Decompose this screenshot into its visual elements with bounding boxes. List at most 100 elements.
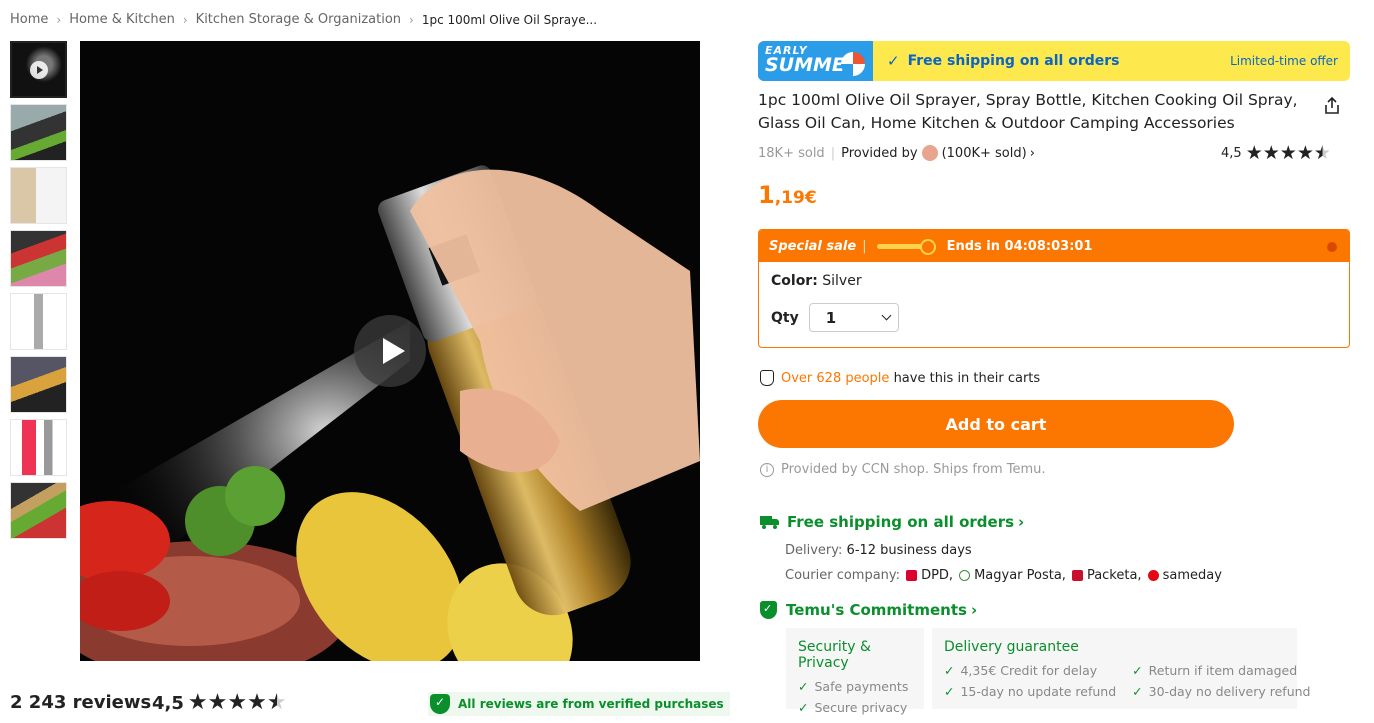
info-icon: i: [760, 462, 774, 477]
early-summer-badge: EARLY SUMMER: [758, 41, 873, 81]
check-icon: ✓: [887, 52, 900, 70]
courier-dpd: DPD,: [921, 568, 954, 583]
star-rating: ★ ★ ★ ★ ★: [1246, 144, 1331, 163]
provider-sold[interactable]: (100K+ sold): [942, 146, 1027, 161]
cart-popularity: Over 628 people have this in their carts: [760, 370, 1040, 386]
list-item: ✓ Safe payments: [798, 676, 912, 697]
chevron-right-icon: ›: [409, 12, 414, 27]
carts-rest: have this in their carts: [893, 370, 1041, 386]
special-sale-box: Special sale | Ends in 04:08:03:01 Color…: [758, 229, 1350, 348]
breadcrumb-home[interactable]: Home: [10, 12, 48, 27]
share-icon[interactable]: [1322, 96, 1342, 116]
quantity-select[interactable]: 1: [808, 303, 899, 332]
breadcrumb-current: 1pc 100ml Olive Oil Spraye...: [421, 12, 598, 27]
commitments-link[interactable]: Temu's Commitments ›: [760, 601, 977, 619]
thumbnail-image[interactable]: [10, 482, 67, 539]
play-video-button[interactable]: [354, 315, 426, 387]
delivery-label: Delivery:: [785, 543, 843, 558]
courier-packeta: Packeta,: [1086, 568, 1142, 583]
delivery-guarantee-title: Delivery guarantee: [944, 639, 1079, 655]
thumbnail-image[interactable]: [10, 167, 67, 224]
reviews-rating[interactable]: 4,5 ★ ★ ★ ★ ★: [152, 692, 287, 714]
star-icon: ★: [187, 690, 208, 715]
star-half-icon: ★: [1313, 142, 1331, 164]
breadcrumb: Home › Home & Kitchen › Kitchen Storage …: [10, 12, 597, 27]
star-icon: ★: [247, 690, 267, 715]
dpd-logo-icon: [906, 570, 918, 581]
sold-count: 18K+ sold: [758, 145, 825, 161]
check-icon: ✓: [798, 700, 809, 715]
truck-icon: [760, 515, 780, 529]
thumbnail-image[interactable]: [10, 356, 67, 413]
carts-highlight: Over 628 people: [781, 370, 890, 386]
thumbnail-image[interactable]: [10, 230, 67, 287]
bag-icon: [760, 370, 774, 386]
guarantee-item: 4,35€ Credit for delay: [960, 663, 1098, 678]
thumbnail-image[interactable]: [10, 419, 67, 476]
check-icon: ✓: [944, 684, 955, 699]
star-icon: ★: [1245, 142, 1263, 164]
add-to-cart-button[interactable]: Add to cart: [758, 400, 1234, 448]
free-shipping-link[interactable]: Free shipping on all orders ›: [760, 513, 1024, 531]
courier-companies: Courier company: DPD, Magyar Posta, Pack…: [785, 568, 1222, 583]
chevron-right-icon: ›: [56, 12, 62, 27]
chevron-right-icon[interactable]: ›: [1030, 146, 1035, 161]
guarantee-item: 15-day no update refund: [960, 684, 1117, 699]
chevron-right-icon: ›: [1018, 513, 1025, 531]
sale-label: Special sale: [769, 238, 857, 254]
rating-value: 4,5: [1221, 146, 1242, 161]
promo-banner[interactable]: EARLY SUMMER ✓ Free shipping on all orde…: [758, 41, 1350, 81]
qty-row: Qty 1: [771, 303, 899, 332]
sale-countdown: Ends in 04:08:03:01: [946, 238, 1093, 254]
price-rest: ,19€: [774, 188, 817, 208]
star-icon: ★: [1279, 142, 1297, 164]
list-item: ✓ 15-day no update refund: [944, 681, 1116, 702]
thumbnail-image[interactable]: [10, 104, 67, 161]
provided-note-text: Provided by CCN shop. Ships from Temu.: [781, 462, 1046, 477]
color-row: Color: Silver: [771, 273, 862, 289]
shield-icon: [430, 694, 450, 714]
color-value[interactable]: Silver: [822, 273, 861, 289]
verified-text: All reviews are from verified purchases: [458, 697, 724, 711]
breadcrumb-kitchen-storage[interactable]: Kitchen Storage & Organization: [196, 12, 401, 27]
thumbnail-image[interactable]: [10, 293, 67, 350]
thumbnail-list: [10, 41, 68, 545]
check-icon: ✓: [1132, 684, 1143, 699]
guarantee-column: ✓ Return if item damaged ✓ 30-day no deliv…: [1132, 660, 1310, 702]
list-item: ✓ 4,35€ Credit for delay: [944, 660, 1116, 681]
list-item: ✓ Secure privacy: [798, 697, 912, 718]
price-main: 1: [758, 181, 775, 209]
main-product-image[interactable]: [80, 41, 700, 661]
check-icon: ✓: [798, 679, 809, 694]
free-shipping-title: Free shipping on all orders: [787, 513, 1015, 531]
verified-reviews-badge: All reviews are from verified purchases: [428, 692, 730, 716]
promo-shipping-text: Free shipping on all orders: [907, 53, 1120, 69]
reviews-rating-value: 4,5: [152, 692, 184, 714]
security-privacy-card[interactable]: Security & Privacy ✓ Safe payments ✓ Secur…: [786, 628, 924, 715]
commitments-title: Temu's Commitments: [786, 601, 967, 619]
thumbnail-video[interactable]: [10, 41, 67, 98]
reviews-count[interactable]: 2 243 reviews: [10, 692, 151, 713]
product-rating[interactable]: 4,5 ★ ★ ★ ★ ★: [1221, 144, 1331, 163]
guarantee-item: Return if item damaged: [1148, 663, 1298, 678]
security-item: Secure privacy: [814, 700, 908, 715]
avatar[interactable]: [921, 145, 938, 161]
packeta-logo-icon: [1071, 570, 1083, 581]
courier-sameday: sameday: [1162, 568, 1222, 583]
sale-decoration: [1327, 242, 1337, 252]
color-label: Color:: [771, 273, 818, 289]
limited-offer-text: Limited-time offer: [1230, 54, 1338, 68]
shield-icon: [760, 601, 777, 619]
guarantee-column: ✓ 4,35€ Credit for delay ✓ 15-day no updat…: [944, 660, 1116, 702]
breadcrumb-home-kitchen[interactable]: Home & Kitchen: [69, 12, 175, 27]
qty-value: 1: [825, 308, 837, 327]
product-title: 1pc 100ml Olive Oil Sprayer, Spray Bottl…: [758, 91, 1298, 132]
chevron-down-icon: [881, 310, 892, 321]
divider: |: [862, 238, 867, 254]
security-item: Safe payments: [814, 679, 909, 694]
sale-progress-bar: [876, 238, 936, 255]
delivery-guarantee-card[interactable]: Delivery guarantee ✓ 4,35€ Credit for del…: [932, 628, 1311, 709]
list-item: ✓ Return if item damaged: [1132, 660, 1310, 681]
delivery-value: 6-12 business days: [846, 543, 972, 558]
magyar-posta-logo-icon: [959, 570, 971, 581]
